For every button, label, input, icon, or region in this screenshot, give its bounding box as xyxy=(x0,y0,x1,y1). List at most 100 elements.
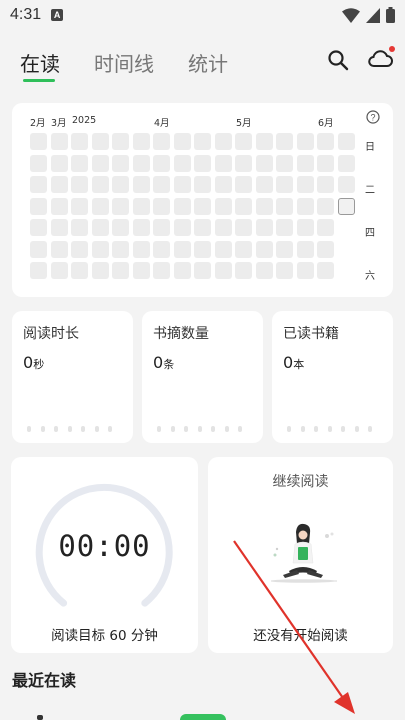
heatmap-cell xyxy=(276,240,293,258)
status-time: 4:31 xyxy=(10,6,42,23)
excerpt-count-card[interactable]: 书摘数量 0条 xyxy=(142,311,263,443)
heatmap-cell xyxy=(317,262,334,279)
help-icon[interactable]: ? xyxy=(366,110,380,124)
heatmap-cell xyxy=(112,219,129,236)
heatmap-cell xyxy=(30,219,47,236)
heatmap-cell xyxy=(173,219,191,236)
notification-badge-icon: A xyxy=(51,9,64,21)
heatmap-cell xyxy=(50,219,68,236)
heatmap-cell xyxy=(91,262,109,279)
heatmap-cell xyxy=(30,240,47,258)
recent-reading-heading: 最近在读 xyxy=(12,671,77,690)
heatmap-cell xyxy=(255,176,273,193)
reading-goal-text: 阅读目标 60 分钟 xyxy=(51,628,158,644)
heatmap-cell xyxy=(317,154,334,172)
heatmap-cell xyxy=(71,197,88,215)
heatmap-cell xyxy=(173,154,191,172)
heatmap-cell xyxy=(296,262,314,279)
heatmap-cell xyxy=(173,197,191,215)
heatmap-month-label: 6月 xyxy=(318,118,334,129)
heatmap-cell xyxy=(50,133,68,150)
heatmap-cell xyxy=(255,219,273,236)
heatmap-cell xyxy=(255,133,273,150)
heatmap-cell xyxy=(132,219,150,236)
bottom-action-button[interactable] xyxy=(180,714,226,720)
heatmap-cell xyxy=(194,219,211,236)
heatmap-cell xyxy=(276,197,293,215)
heatmap-cell xyxy=(214,133,232,150)
heatmap-cell xyxy=(112,262,129,279)
heatmap-cell xyxy=(214,240,232,258)
heatmap-cell xyxy=(173,240,191,258)
heatmap-cell xyxy=(194,133,211,150)
stat-unit: 秒 xyxy=(33,358,45,371)
stat-number: 0 xyxy=(153,353,164,372)
heatmap-cell xyxy=(153,133,170,150)
heatmap-cell xyxy=(337,176,355,193)
reading-duration-card[interactable]: 阅读时长 0秒 xyxy=(12,311,133,443)
heatmap-cell xyxy=(317,197,334,215)
reading-person-illustration xyxy=(271,523,337,583)
stat-sparkline xyxy=(27,426,112,432)
battery-icon xyxy=(386,7,395,23)
heatmap-year-label: 2025 xyxy=(72,115,97,126)
heatmap-cell xyxy=(71,154,88,172)
heatmap-cell xyxy=(112,176,129,193)
heatmap-cell xyxy=(91,176,109,193)
continue-reading-title: 继续阅读 xyxy=(272,474,329,490)
heatmap-month-label: 4月 xyxy=(154,118,170,129)
tab-timeline[interactable]: 时间线 xyxy=(94,48,154,85)
heatmap-cell xyxy=(91,197,109,215)
heatmap-cell xyxy=(173,133,191,150)
tab-statistics[interactable]: 统计 xyxy=(188,48,228,85)
status-icons xyxy=(342,7,395,23)
heatmap-cell xyxy=(153,197,170,215)
heatmap-cell xyxy=(317,133,334,150)
stat-unit: 条 xyxy=(163,358,175,371)
bottom-nav-indicator xyxy=(37,715,43,720)
heatmap-cell xyxy=(132,176,150,193)
heatmap-cell xyxy=(30,262,47,279)
heatmap-cell xyxy=(112,197,129,215)
heatmap-cell xyxy=(214,154,232,172)
continue-reading-card[interactable]: 继续阅读 还没有开始阅读 xyxy=(208,457,393,653)
heatmap-cell xyxy=(214,262,232,279)
heatmap-cell xyxy=(50,240,68,258)
books-read-card[interactable]: 已读书籍 0本 xyxy=(272,311,393,443)
reading-timer-card[interactable]: 00:00 阅读目标 60 分钟 xyxy=(11,457,198,653)
heatmap-cell-today xyxy=(337,197,355,215)
heatmap-cell xyxy=(194,197,211,215)
stat-number: 0 xyxy=(23,353,34,372)
heatmap-cell xyxy=(112,133,129,150)
heatmap-cell xyxy=(276,219,293,236)
heatmap-cell xyxy=(235,176,252,193)
heatmap-cell xyxy=(194,176,211,193)
heatmap-cell xyxy=(153,240,170,258)
heatmap-cell xyxy=(132,154,150,172)
heatmap-cell xyxy=(30,133,47,150)
heatmap-cell xyxy=(30,154,47,172)
weekday-label: 二 xyxy=(365,185,375,196)
svg-text:?: ? xyxy=(370,113,375,123)
heatmap-cell xyxy=(214,197,232,215)
heatmap-cell xyxy=(50,154,68,172)
heatmap-cell xyxy=(132,262,150,279)
heatmap-month-label: 5月 xyxy=(236,118,252,129)
stat-sparkline xyxy=(157,426,242,432)
status-bar: 4:31 A xyxy=(0,0,405,30)
cloud-sync-button[interactable] xyxy=(367,46,395,72)
stat-unit: 本 xyxy=(293,358,305,371)
heatmap-cell xyxy=(173,176,191,193)
search-icon[interactable] xyxy=(327,49,349,71)
heatmap-cell xyxy=(50,197,68,215)
heatmap-cell xyxy=(235,133,252,150)
heatmap-cell xyxy=(132,240,150,258)
heatmap-cell xyxy=(296,240,314,258)
heatmap-cell xyxy=(255,154,273,172)
heatmap-cell xyxy=(194,154,211,172)
heatmap-cell xyxy=(235,262,252,279)
heatmap-cell xyxy=(255,262,273,279)
heatmap-cell xyxy=(153,219,170,236)
stat-value: 0秒 xyxy=(23,353,44,372)
heatmap-cell xyxy=(235,197,252,215)
